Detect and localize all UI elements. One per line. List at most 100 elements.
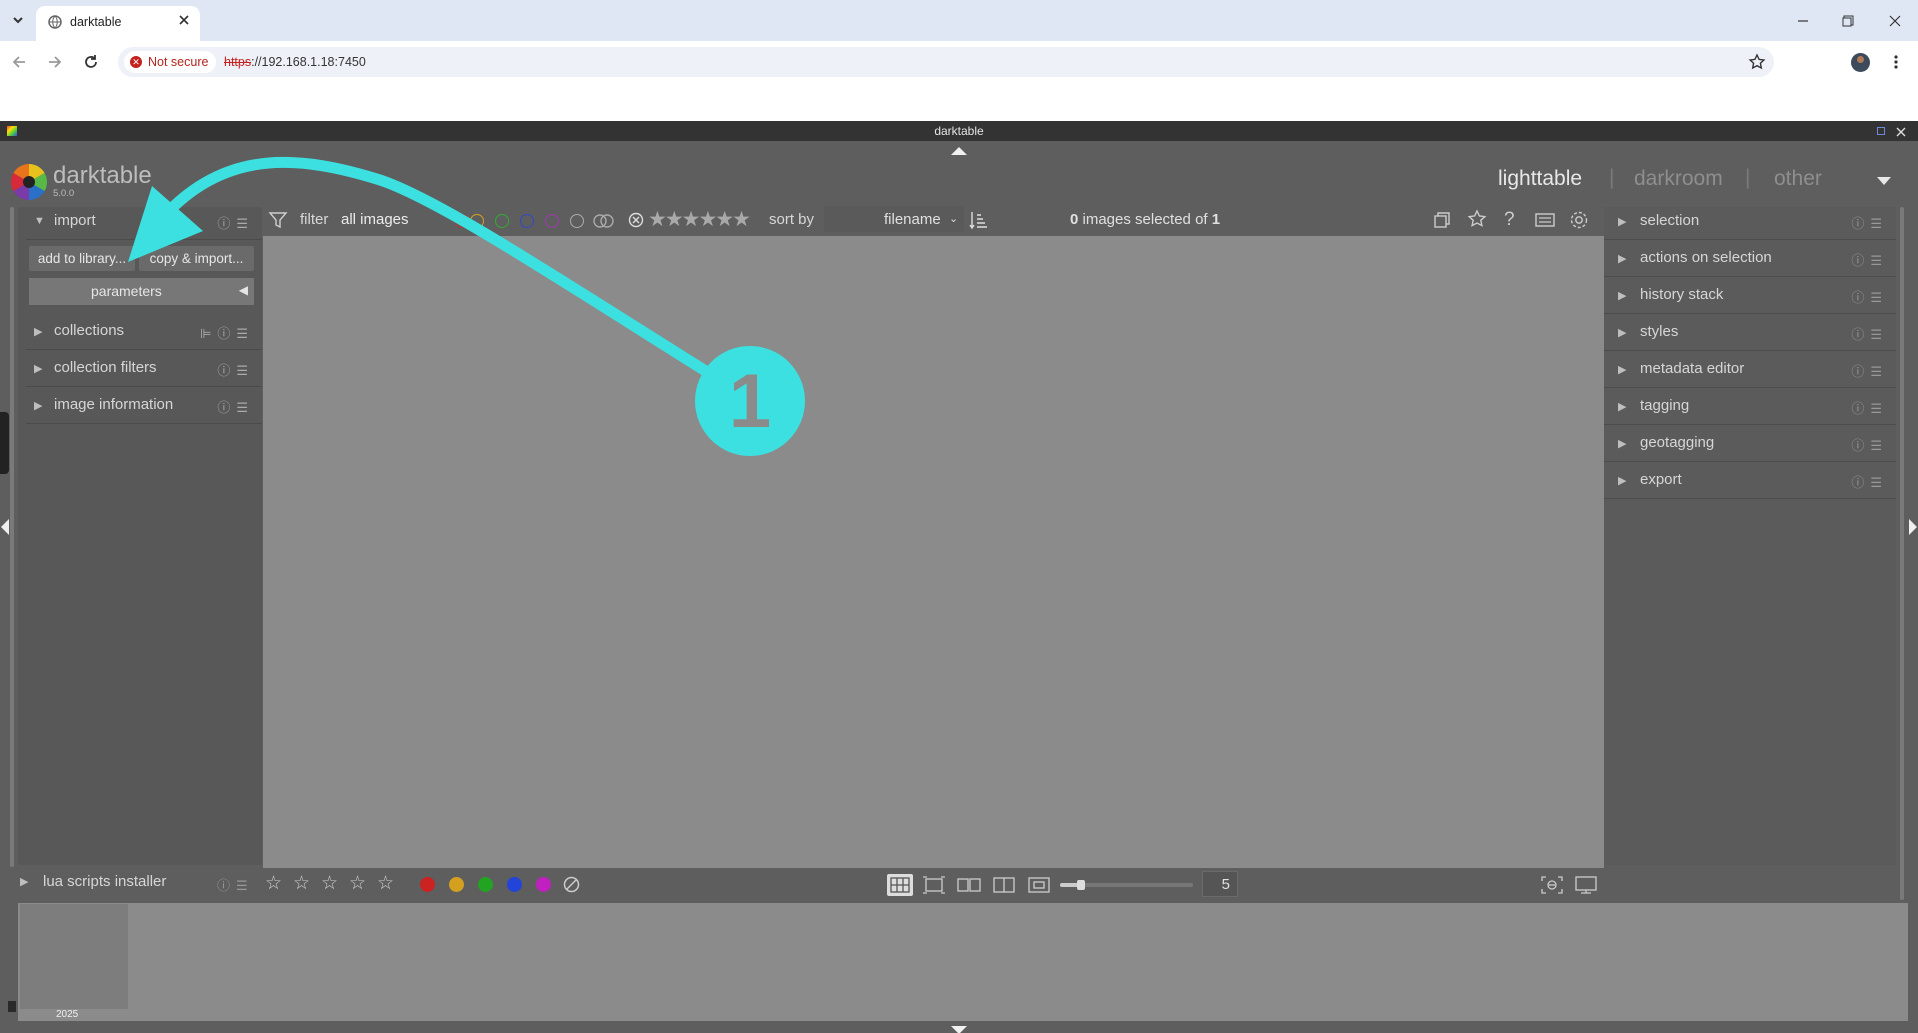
left-panel-scrollbar[interactable] xyxy=(10,207,14,867)
module-export[interactable]: ▶ export ⓘ☰ xyxy=(1604,462,1896,499)
back-icon[interactable] xyxy=(10,53,28,71)
module-image-information[interactable]: ▶ image information ⓘ☰ xyxy=(26,387,262,424)
lighttable-center-area[interactable] xyxy=(263,236,1604,868)
module-sort-reset-presets-icons[interactable]: ⊫ⓘ☰ xyxy=(200,323,254,342)
color-label-red[interactable] xyxy=(420,877,435,892)
zoom-slider-knob[interactable] xyxy=(1077,880,1085,890)
layout-preview-icon[interactable] xyxy=(1026,875,1052,895)
rating-filter-stars[interactable]: ★★★★★★ xyxy=(648,207,751,232)
layout-culling-icon[interactable] xyxy=(956,875,982,895)
profile-avatar[interactable] xyxy=(1851,53,1870,72)
module-reset-presets-icons[interactable]: ⓘ☰ xyxy=(1851,324,1888,343)
color-filter-gray[interactable] xyxy=(570,214,584,228)
module-history-stack[interactable]: ▶ history stack ⓘ☰ xyxy=(1604,277,1896,314)
color-filter-red[interactable] xyxy=(455,214,469,228)
color-label-blue[interactable] xyxy=(507,877,522,892)
left-panel-toggle-icon[interactable] xyxy=(0,518,10,536)
module-actions-on-selection[interactable]: ▶ actions on selection ⓘ☰ xyxy=(1604,240,1896,277)
color-filter-green[interactable] xyxy=(495,214,509,228)
module-selection[interactable]: ▶ selection ⓘ☰ xyxy=(1604,203,1896,240)
right-panel-toggle-icon[interactable] xyxy=(1908,518,1918,536)
module-reset-presets-icons[interactable]: ⓘ☰ xyxy=(1851,472,1888,491)
filmstrip-thumbnail[interactable] xyxy=(20,904,128,1009)
preferences-gear-icon[interactable] xyxy=(1569,210,1589,230)
module-reset-presets-icons[interactable]: ⓘ☰ xyxy=(1851,287,1888,306)
dt-window-restore-icon[interactable] xyxy=(1877,127,1885,135)
add-to-library-button[interactable]: add to library... xyxy=(29,246,135,271)
url-text[interactable]: https://192.168.1.18:7450 xyxy=(224,55,366,69)
color-filter-operator-icon[interactable] xyxy=(593,214,615,228)
view-other[interactable]: other xyxy=(1774,167,1822,191)
module-reset-presets-icons[interactable]: ⓘ☰ xyxy=(1851,361,1888,380)
focus-peaking-icon[interactable] xyxy=(1540,875,1564,895)
filter-dropdown[interactable]: all images xyxy=(341,211,409,228)
bookmark-star-icon[interactable] xyxy=(1748,53,1766,71)
filter-icon[interactable] xyxy=(268,210,288,230)
address-bar[interactable] xyxy=(118,47,1774,77)
module-reset-presets-icons[interactable]: ⓘ☰ xyxy=(217,397,254,416)
layout-zoomable-icon[interactable] xyxy=(921,875,947,895)
tab-list-icon[interactable] xyxy=(10,12,26,28)
zoom-slider[interactable] xyxy=(1060,880,1193,890)
module-reset-presets-icons[interactable]: ⓘ☰ xyxy=(1851,213,1888,232)
layout-culling-dynamic-icon[interactable] xyxy=(991,875,1017,895)
module-import[interactable]: ▼ import ⓘ☰ xyxy=(26,203,262,240)
view-darkroom[interactable]: darkroom xyxy=(1634,167,1723,191)
parameters-section[interactable]: parameters ◀ xyxy=(29,278,254,305)
color-label-green[interactable] xyxy=(478,877,493,892)
module-reset-presets-icons[interactable]: ⓘ☰ xyxy=(217,875,254,894)
bottom-panel-toggle-icon[interactable] xyxy=(950,1022,968,1033)
module-styles[interactable]: ▶ styles ⓘ☰ xyxy=(1604,314,1896,351)
color-filter-purple[interactable] xyxy=(545,214,559,228)
rate-star-2[interactable]: ☆ xyxy=(293,872,310,895)
module-reset-presets-icons[interactable]: ⓘ☰ xyxy=(1851,435,1888,454)
module-collection-filters[interactable]: ▶ collection filters ⓘ☰ xyxy=(26,350,262,387)
close-tab-icon[interactable] xyxy=(177,13,191,27)
grouping-icon[interactable] xyxy=(1433,211,1451,229)
rate-star-3[interactable]: ☆ xyxy=(321,872,338,895)
browser-menu-icon[interactable] xyxy=(1893,53,1899,71)
module-label: lua scripts installer xyxy=(43,873,167,890)
module-tagging[interactable]: ▶ tagging ⓘ☰ xyxy=(1604,388,1896,425)
sort-order-icon[interactable] xyxy=(969,210,989,230)
color-filter-blue[interactable] xyxy=(520,214,534,228)
sort-dropdown[interactable]: filename ⌄ xyxy=(824,206,964,232)
timeline-scroll-marker[interactable] xyxy=(8,1001,16,1012)
view-lighttable[interactable]: lighttable xyxy=(1498,167,1582,191)
module-metadata-editor[interactable]: ▶ metadata editor ⓘ☰ xyxy=(1604,351,1896,388)
filmstrip[interactable] xyxy=(18,903,1908,1021)
reload-icon[interactable] xyxy=(82,53,100,71)
module-reset-presets-icons[interactable]: ⓘ☰ xyxy=(217,213,254,232)
module-geotagging[interactable]: ▶ geotagging ⓘ☰ xyxy=(1604,425,1896,462)
overlay-star-icon[interactable] xyxy=(1467,209,1487,229)
color-label-purple[interactable] xyxy=(536,877,551,892)
color-filter-yellow[interactable] xyxy=(470,214,484,228)
module-lua-scripts-installer[interactable]: ▶ lua scripts installer ⓘ☰ xyxy=(18,870,262,896)
color-label-yellow[interactable] xyxy=(449,877,464,892)
rate-star-4[interactable]: ☆ xyxy=(349,872,366,895)
display-profile-icon[interactable] xyxy=(1574,875,1598,895)
left-edge-handle[interactable] xyxy=(0,412,9,474)
help-icon[interactable]: ? xyxy=(1504,209,1515,231)
keyboard-shortcuts-icon[interactable] xyxy=(1535,213,1555,227)
module-reset-presets-icons[interactable]: ⓘ☰ xyxy=(1851,250,1888,269)
thumbs-per-row-entry[interactable]: 5 xyxy=(1202,871,1238,897)
clear-color-labels-icon[interactable] xyxy=(563,876,580,893)
maximize-icon[interactable] xyxy=(1840,13,1856,29)
forward-icon[interactable] xyxy=(46,53,64,71)
rate-star-1[interactable]: ☆ xyxy=(265,872,282,895)
security-indicator[interactable]: ✕ Not secure xyxy=(124,51,217,73)
module-collections[interactable]: ▶ collections ⊫ⓘ☰ xyxy=(26,313,262,350)
views-dropdown-icon[interactable] xyxy=(1876,173,1892,185)
rejected-filter-icon[interactable] xyxy=(628,212,644,228)
top-panel-toggle-icon[interactable] xyxy=(950,143,968,155)
module-reset-presets-icons[interactable]: ⓘ☰ xyxy=(1851,398,1888,417)
minimize-icon[interactable] xyxy=(1795,13,1811,29)
right-panel-scrollbar[interactable] xyxy=(1900,207,1904,900)
module-reset-presets-icons[interactable]: ⓘ☰ xyxy=(217,360,254,379)
close-window-icon[interactable] xyxy=(1887,13,1903,29)
dt-window-close-icon[interactable] xyxy=(1896,124,1906,137)
copy-import-button[interactable]: copy & import... xyxy=(139,246,254,271)
rate-star-5[interactable]: ☆ xyxy=(377,872,394,895)
layout-filemanager-icon[interactable] xyxy=(887,874,913,896)
